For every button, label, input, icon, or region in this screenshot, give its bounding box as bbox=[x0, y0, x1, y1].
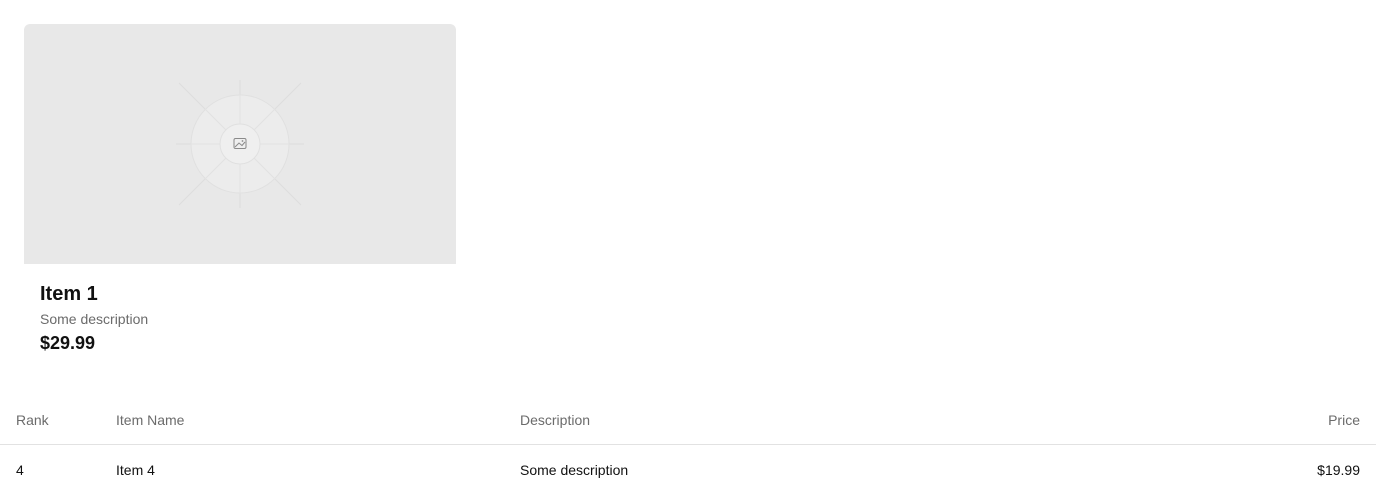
product-description: Some description bbox=[40, 311, 149, 327]
items-table: Rank Item Name Description Price 4 Item … bbox=[0, 396, 1376, 495]
product-card[interactable]: Item 1 Some description $29.99 bbox=[24, 24, 456, 360]
product-image-placeholder bbox=[24, 24, 456, 264]
header-item-name[interactable]: Item Name bbox=[100, 396, 504, 445]
cell-description: Some description bbox=[520, 462, 629, 478]
table-body: 4 Item 4 Some description $19.99 bbox=[0, 445, 1376, 496]
table-row[interactable]: 4 Item 4 Some description $19.99 bbox=[0, 445, 1376, 496]
cell-rank: 4 bbox=[16, 462, 24, 478]
header-price[interactable]: Price bbox=[1224, 396, 1376, 445]
product-card-body: Item 1 Some description $29.99 bbox=[40, 282, 440, 354]
header-description[interactable]: Description bbox=[504, 396, 1224, 445]
image-placeholder-graphic bbox=[176, 80, 304, 208]
header-rank[interactable]: Rank bbox=[0, 396, 100, 445]
product-price: $29.99 bbox=[40, 333, 96, 353]
table-header-row: Rank Item Name Description Price bbox=[0, 396, 1376, 445]
cell-price: $19.99 bbox=[1317, 462, 1360, 478]
product-title: Item 1 bbox=[40, 283, 98, 305]
cell-item-name: Item 4 bbox=[116, 462, 155, 478]
table-header: Rank Item Name Description Price bbox=[0, 396, 1376, 445]
